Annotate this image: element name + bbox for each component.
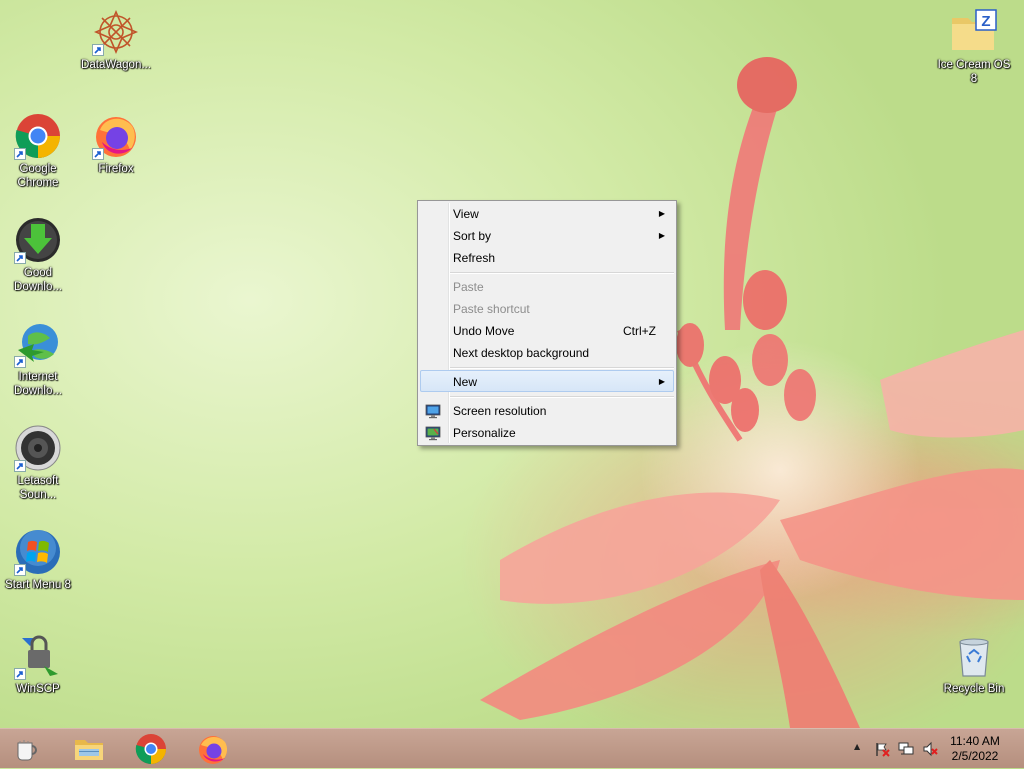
file-explorer-icon: [75, 740, 103, 760]
menu-item-refresh[interactable]: Refresh: [420, 247, 674, 269]
desktop-icon-label: Firefox: [98, 163, 134, 175]
menu-separator: [450, 396, 674, 398]
shortcut-arrow-icon: [14, 148, 26, 160]
show-hidden-icons-button[interactable]: ▲: [854, 742, 864, 758]
menu-item-next-desktop-background[interactable]: Next desktop background: [420, 342, 674, 364]
menu-item-shortcut: Ctrl+Z: [623, 324, 656, 338]
desktop-icon-good-download[interactable]: Good Downlo...: [0, 216, 76, 294]
taskbar-firefox-button[interactable]: [189, 732, 237, 766]
desktop-icon-google-chrome[interactable]: Google Chrome: [0, 112, 76, 190]
menu-item-label: Paste shortcut: [453, 302, 530, 316]
desktop-icon-label: Google Chrome: [17, 163, 59, 189]
start-button[interactable]: [2, 732, 50, 766]
menu-item-label: Next desktop background: [453, 346, 590, 360]
shortcut-arrow-icon: [14, 564, 26, 576]
svg-text:Z: Z: [981, 13, 990, 30]
menu-item-label: View: [453, 207, 479, 221]
action-center-flag-icon[interactable]: [874, 741, 890, 757]
clock-date: 2/5/2022: [951, 749, 999, 763]
menu-item-paste[interactable]: Paste: [420, 276, 674, 298]
submenu-arrow-icon: ▶: [658, 377, 665, 386]
network-icon[interactable]: [898, 741, 914, 757]
shortcut-arrow-icon: [92, 148, 104, 160]
desktop-icon-ice-cream-os-8[interactable]: Z Ice Cream OS 8: [936, 8, 1012, 86]
taskbar-file-explorer-button[interactable]: [65, 732, 113, 766]
desktop-icon-label: Good Downlo...: [14, 267, 62, 293]
menu-item-view[interactable]: View ▶: [420, 203, 674, 225]
menu-item-screen-resolution[interactable]: Screen resolution: [420, 400, 674, 422]
menu-item-undo-move[interactable]: Undo Move Ctrl+Z: [420, 320, 674, 342]
personalize-icon: [425, 426, 441, 441]
firefox-icon: [199, 736, 228, 764]
menu-item-label: Refresh: [453, 251, 496, 265]
menu-item-personalize[interactable]: Personalize: [420, 422, 674, 444]
desktop-icon-start-menu-8[interactable]: Start Menu 8: [0, 528, 76, 592]
menu-item-paste-shortcut[interactable]: Paste shortcut: [420, 298, 674, 320]
taskbar: ▲ 11:40 AM 2/5/2022: [0, 728, 1024, 768]
shortcut-arrow-icon: [92, 44, 104, 56]
screen-resolution-icon: [425, 404, 441, 419]
chrome-icon: [135, 734, 166, 765]
system-tray: ▲ 11:40 AM 2/5/2022: [844, 729, 1024, 769]
menu-item-label: Paste: [453, 280, 484, 294]
menu-item-label: New: [453, 375, 478, 389]
zip-folder-icon: Z: [952, 9, 997, 50]
menu-item-label: Sort by: [453, 229, 492, 243]
desktop-icon-label: Letasoft Soun...: [17, 475, 59, 501]
desktop-icon-letasoft-sound[interactable]: Letasoft Soun...: [0, 424, 76, 502]
menu-item-sort-by[interactable]: Sort by ▶: [420, 225, 674, 247]
menu-separator: [450, 367, 674, 369]
shortcut-arrow-icon: [14, 460, 26, 472]
recycle-bin-icon: [959, 638, 989, 677]
desktop-context-menu: View ▶ Sort by ▶ Refresh Paste Paste sho…: [417, 200, 677, 446]
desktop-icon-label: DataWagon...: [81, 59, 151, 71]
taskbar-chrome-button[interactable]: [127, 732, 175, 766]
desktop-icon-label: Start Menu 8: [5, 579, 71, 591]
desktop-icon-recycle-bin[interactable]: Recycle Bin: [936, 632, 1012, 696]
menu-item-label: Personalize: [453, 426, 516, 440]
shortcut-arrow-icon: [14, 252, 26, 264]
menu-item-label: Screen resolution: [453, 404, 547, 418]
desktop-icon-label: Internet Downlo...: [14, 371, 62, 397]
volume-muted-icon[interactable]: [922, 741, 938, 757]
clock-time: 11:40 AM: [950, 734, 1000, 748]
desktop-icon-winscp[interactable]: WinSCP: [0, 632, 76, 696]
shortcut-arrow-icon: [14, 668, 26, 680]
desktop-icon-label: Ice Cream OS 8: [937, 59, 1011, 85]
taskbar-clock[interactable]: 11:40 AM 2/5/2022: [944, 734, 1006, 764]
shortcut-arrow-icon: [14, 356, 26, 368]
desktop-icon-label: Recycle Bin: [943, 683, 1005, 695]
menu-item-new[interactable]: New ▶: [420, 370, 674, 392]
desktop-icon-label: WinSCP: [16, 683, 60, 695]
submenu-arrow-icon: ▶: [658, 231, 665, 240]
submenu-arrow-icon: ▶: [658, 209, 665, 218]
desktop-icon-internet-download-manager[interactable]: Internet Downlo...: [0, 320, 76, 398]
start-icon: [17, 740, 37, 761]
desktop-icon-datawagon[interactable]: DataWagon...: [78, 8, 154, 72]
menu-item-label: Undo Move: [453, 324, 515, 338]
menu-separator: [450, 272, 674, 274]
desktop-icon-firefox[interactable]: Firefox: [78, 112, 154, 176]
